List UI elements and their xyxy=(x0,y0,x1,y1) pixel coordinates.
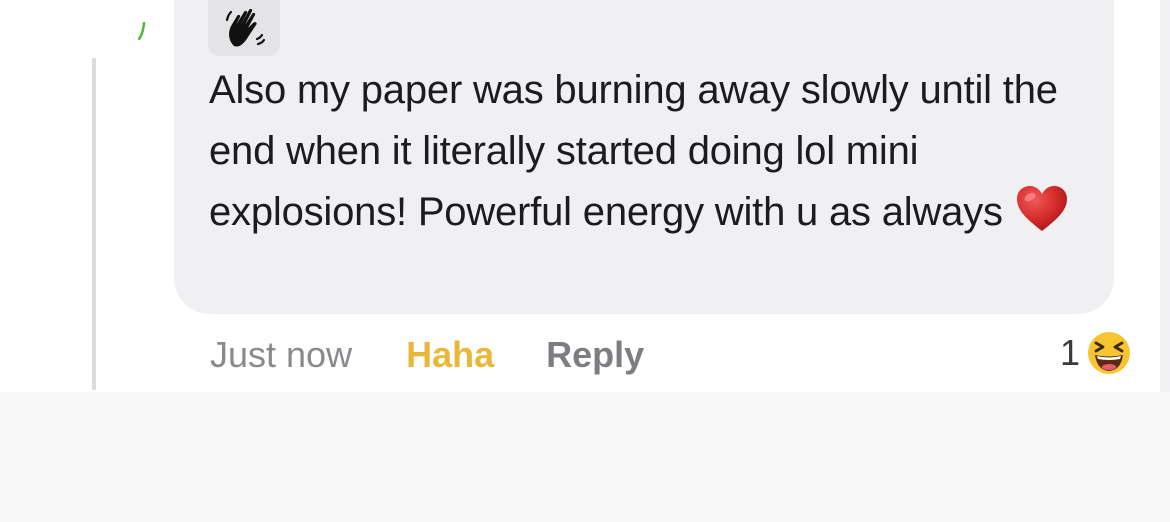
scroll-edge xyxy=(1160,0,1170,392)
thread-indicator-icon xyxy=(138,22,146,40)
reply-button[interactable]: Reply xyxy=(546,334,644,376)
reaction-count: 1 xyxy=(1059,332,1080,373)
thread-line xyxy=(92,58,96,390)
footer-area xyxy=(0,392,1170,522)
comment-text: Also my paper was burning away slowly un… xyxy=(209,68,1058,234)
comment-body: Also my paper was burning away slowly un… xyxy=(209,60,1089,251)
haha-reaction-button[interactable]: Haha xyxy=(406,334,494,376)
waving-hand-icon xyxy=(225,8,266,47)
heart-emoji xyxy=(1015,185,1069,251)
laughing-face-emoji xyxy=(1086,330,1132,376)
comment-actions: Just now Haha Reply xyxy=(210,330,644,380)
waving-hand-badge xyxy=(208,0,280,56)
comment-timestamp: Just now xyxy=(210,334,353,375)
reaction-summary[interactable]: 1 xyxy=(1060,326,1134,380)
